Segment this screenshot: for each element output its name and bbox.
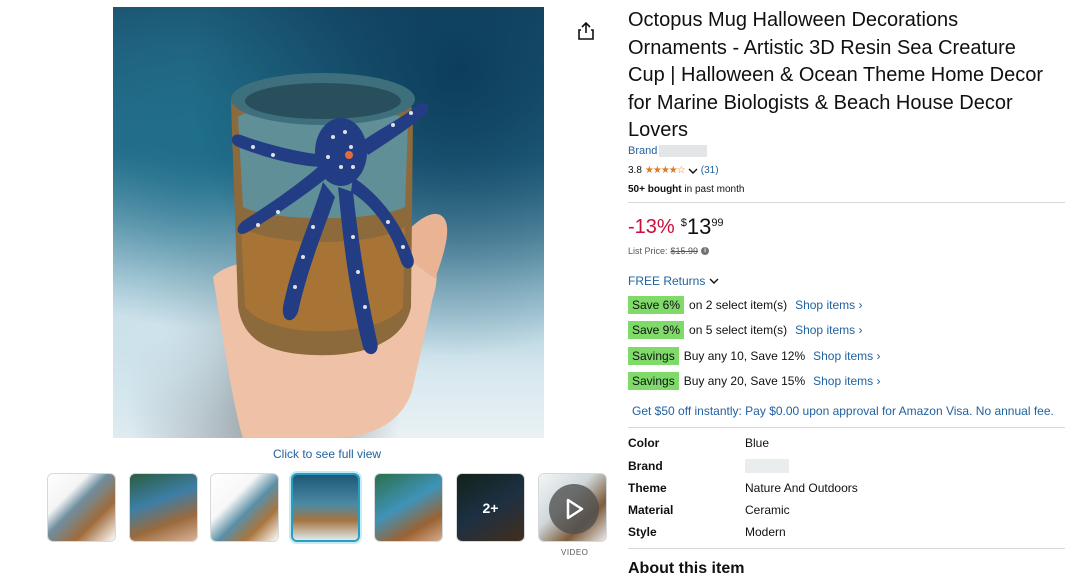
spec-key: Style <box>628 525 657 539</box>
star-rating-icon: ★★★★☆ <box>644 165 686 176</box>
bought-in-past-month: 50+ bought in past month <box>628 184 744 195</box>
promo-badge: Save 9% <box>628 321 685 339</box>
price-fraction: 99 <box>711 217 724 229</box>
video-label: VIDEO <box>561 548 589 557</box>
thumbnail-3[interactable] <box>210 473 279 542</box>
shop-items-link[interactable]: Shop items › <box>795 323 862 337</box>
play-button[interactable] <box>549 484 599 534</box>
price-block: -13% $ 13 99 <box>628 213 724 241</box>
info-icon[interactable]: i <box>701 247 710 255</box>
spec-value: Nature And Outdoors <box>745 481 858 495</box>
brand-name-redacted <box>659 145 708 158</box>
discount-percent: -13% <box>628 216 675 238</box>
spec-value-redacted <box>745 459 789 476</box>
visa-offer-link[interactable]: Get $50 off instantly: Pay $0.00 upon ap… <box>632 404 1054 418</box>
promo-badge: Save 6% <box>628 296 685 314</box>
promo-text: on 2 select item(s) <box>689 298 788 312</box>
share-button[interactable] <box>574 19 598 43</box>
bought-count: 50+ bought <box>628 184 682 195</box>
divider <box>628 427 1065 428</box>
price-whole: 13 <box>686 214 712 239</box>
promo-badge: Savings <box>628 347 679 365</box>
promo-row: Save 6% on 2 select item(s) Shop items › <box>628 296 862 314</box>
spec-value: Blue <box>745 436 770 450</box>
shop-items-link[interactable]: Shop items › <box>813 374 880 388</box>
bought-period: in past month <box>681 184 745 195</box>
play-icon <box>566 498 584 520</box>
thumbnail-4[interactable] <box>291 473 360 542</box>
spec-value: Ceramic <box>745 503 790 517</box>
list-price-value: $15.99 <box>670 246 699 256</box>
promo-text: on 5 select item(s) <box>689 323 788 337</box>
thumbnail-2[interactable] <box>129 473 198 542</box>
about-this-item-heading: About this item <box>628 560 745 577</box>
see-full-view-link[interactable]: Click to see full view <box>273 447 381 461</box>
share-icon <box>578 22 594 40</box>
promo-text: Buy any 10, Save 12% <box>683 349 806 363</box>
thumbnail-video[interactable] <box>538 473 607 542</box>
spec-key: Brand <box>628 459 663 473</box>
brand-prefix: Brand <box>628 145 658 157</box>
promo-badge: Savings <box>628 372 679 390</box>
spec-value: Modern <box>745 525 786 539</box>
shop-items-link[interactable]: Shop items › <box>795 298 862 312</box>
more-images-count: 2+ <box>457 474 524 541</box>
spec-key: Theme <box>628 481 667 495</box>
list-price-label: List Price: <box>628 246 668 256</box>
shop-items-link[interactable]: Shop items › <box>813 349 880 363</box>
promo-row: Save 9% on 5 select item(s) Shop items › <box>628 321 862 339</box>
octopus-mug-illustration <box>213 73 448 438</box>
free-returns-link[interactable]: FREE Returns <box>628 274 719 288</box>
chevron-down-icon[interactable] <box>688 167 698 175</box>
rating-summary[interactable]: 3.8 ★★★★☆ (31) <box>628 165 719 176</box>
thumbnail-1[interactable] <box>47 473 116 542</box>
rating-value: 3.8 <box>628 165 642 176</box>
spec-key: Material <box>628 503 674 517</box>
brand-value-redacted <box>745 459 789 473</box>
promo-row: Savings Buy any 10, Save 12% Shop items … <box>628 347 880 365</box>
divider <box>628 548 1065 549</box>
list-price: List Price: $15.99 i <box>628 246 710 256</box>
divider <box>628 202 1065 203</box>
product-title: Octopus Mug Halloween Decorations Orname… <box>628 9 1044 141</box>
promo-row: Savings Buy any 20, Save 15% Shop items … <box>628 372 880 390</box>
main-product-image[interactable] <box>113 7 544 438</box>
spec-key: Color <box>628 436 660 450</box>
thumbnail-5[interactable] <box>374 473 443 542</box>
thumbnail-6[interactable]: 2+ <box>456 473 525 542</box>
promo-text: Buy any 20, Save 15% <box>683 374 806 388</box>
chevron-down-icon <box>709 278 719 284</box>
free-returns-label: FREE Returns <box>628 274 706 288</box>
brand-link[interactable]: Brand <box>628 145 708 158</box>
rating-count-link[interactable]: (31) <box>701 165 719 176</box>
